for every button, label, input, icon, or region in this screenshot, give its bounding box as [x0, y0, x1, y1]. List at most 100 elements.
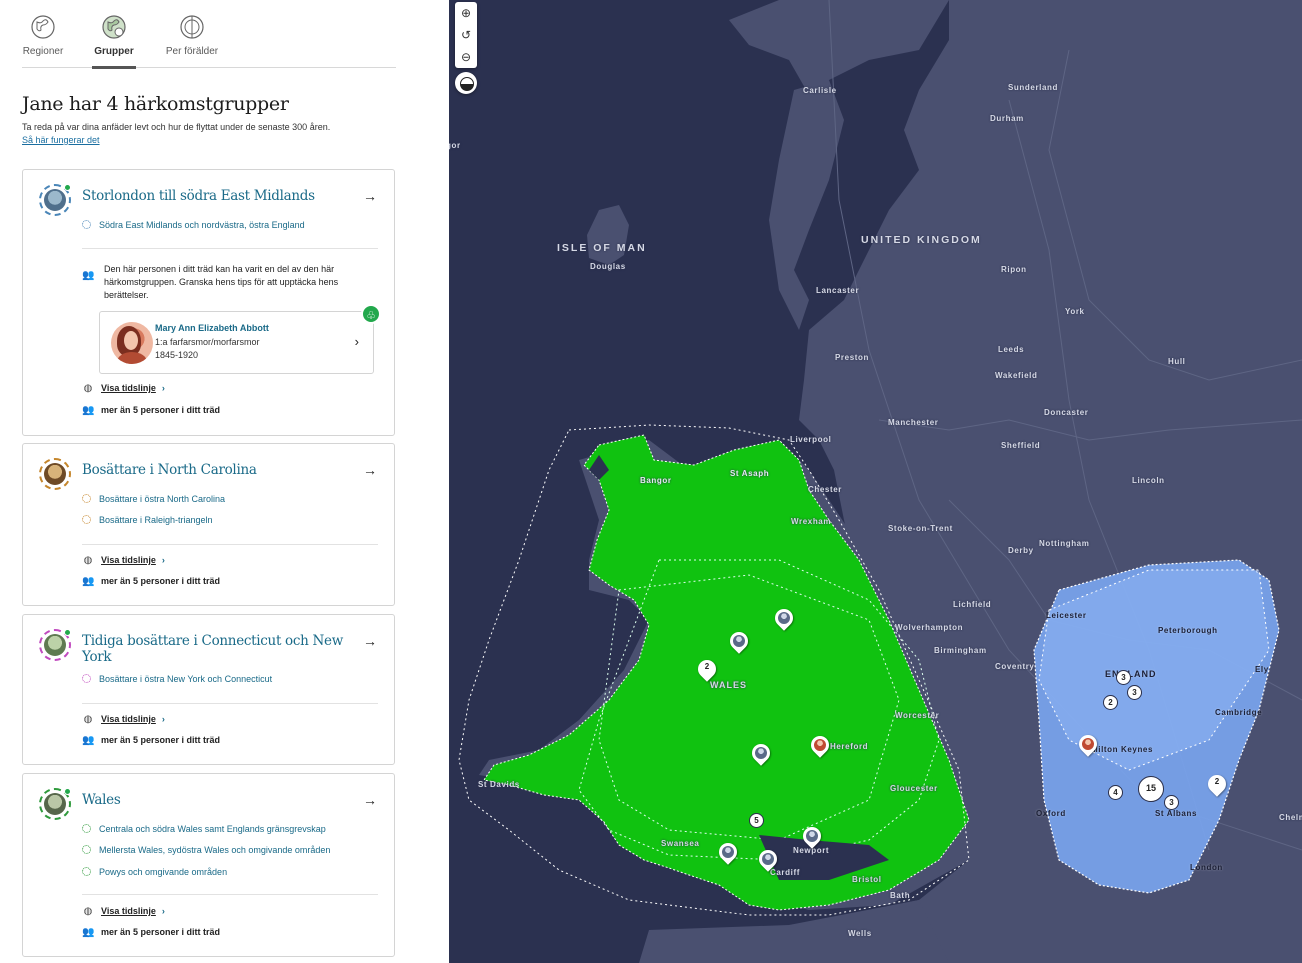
person-years: 1845-1920 [155, 350, 199, 360]
group-card-london[interactable]: Storlondon till södra East Midlands → Sö… [22, 169, 395, 436]
subgroup-dot-icon [82, 824, 91, 833]
group-badge-icon [39, 629, 71, 661]
subgroup-item[interactable]: Bosättare i östra New York och Connectic… [82, 674, 272, 688]
person-pin[interactable] [807, 732, 833, 758]
subgroup-label: Bosättare i östra North Carolina [99, 494, 226, 504]
chevron-right-icon[interactable]: › [355, 334, 359, 349]
place-label: Peterborough [1158, 626, 1218, 635]
subgroup-item[interactable]: Södra East Midlands och nordvästra, östr… [82, 220, 305, 234]
map-cluster[interactable]: 3 [1127, 685, 1142, 700]
page-subtitle: Ta reda på var dina anfäder levt och hur… [22, 122, 331, 132]
subgroup-item[interactable]: Bosättare i Raleigh-triangeln [82, 515, 213, 529]
map-controls: ⊕ ↺ ⊖ [455, 2, 477, 68]
subgroup-dot-icon [82, 845, 91, 854]
people-count: 👥 mer än 5 personer i ditt träd [82, 405, 221, 416]
timeline-globe-icon: ◍ [83, 555, 93, 566]
tab-groups-label: Grupper [94, 46, 134, 57]
place-label: Birmingham [934, 646, 987, 655]
parent-globe-icon [180, 15, 204, 39]
subgroup-label: Powys och omgivande områden [99, 867, 228, 877]
arrow-right-icon[interactable]: → [363, 633, 377, 649]
place-label: Stoke-on-Trent [888, 524, 953, 533]
person-pin[interactable] [726, 628, 752, 654]
place-label: Lancaster [816, 286, 860, 295]
place-label: Manchester [888, 418, 939, 427]
map-cluster[interactable]: 2 [1103, 695, 1118, 710]
divider [82, 894, 378, 895]
arrow-right-icon[interactable]: → [363, 462, 377, 478]
reset-icon[interactable]: ↺ [455, 24, 477, 46]
show-timeline-link[interactable]: ◍ Visa tidslinje › [82, 906, 165, 917]
place-label: Doncaster [1044, 408, 1089, 417]
divider [82, 248, 378, 249]
place-label: Milton Keynes [1091, 745, 1154, 754]
subgroup-label: Centrala och södra Wales samt Englands g… [99, 824, 326, 834]
group-title[interactable]: Bosättare i North Carolina [82, 462, 352, 478]
place-label: Leicester [1046, 611, 1087, 620]
person-pin[interactable] [771, 605, 797, 631]
place-label: York [1065, 307, 1085, 316]
tab-regions[interactable]: Regioner [18, 14, 68, 68]
ancestry-map[interactable]: ⊕ ↺ ⊖ ISLE OF MAN UNITED KINGDOM WALES E… [449, 0, 1302, 963]
place-label: Worcester [895, 711, 940, 720]
tab-groups[interactable]: Grupper [92, 14, 136, 69]
place-label: Douglas [590, 262, 626, 271]
map-cluster[interactable]: 15 [1138, 776, 1164, 802]
group-badge-icon [39, 184, 71, 216]
map-cluster[interactable]: 4 [1108, 785, 1123, 800]
map-cluster[interactable]: 3 [1164, 795, 1179, 810]
place-label: Cambridge [1215, 708, 1263, 717]
person-pin[interactable] [748, 740, 774, 766]
subgroup-item[interactable]: Powys och omgivande områden [82, 867, 227, 881]
person-pin[interactable] [1075, 731, 1101, 757]
how-it-works-link[interactable]: Så här fungerar det [22, 135, 100, 145]
people-icon: 👥 [82, 270, 95, 281]
subgroup-item[interactable]: Mellersta Wales, sydöstra Wales och omgi… [82, 845, 330, 859]
contrast-icon[interactable] [455, 72, 477, 94]
zoom-out-icon[interactable]: ⊖ [455, 46, 477, 68]
page-title: Jane har 4 härkomstgrupper [22, 93, 289, 115]
region-label: UNITED KINGDOM [861, 234, 982, 246]
cluster-pin[interactable]: 2 [1204, 771, 1230, 797]
active-dot [64, 629, 71, 636]
zoom-in-icon[interactable]: ⊕ [455, 2, 477, 24]
map-canvas [449, 0, 1302, 963]
group-title[interactable]: Wales [82, 792, 352, 808]
group-card-connecticut[interactable]: Tidiga bosättare i Connecticut och New Y… [22, 614, 395, 765]
place-label: Leeds [998, 345, 1025, 354]
group-badge-icon [39, 458, 71, 490]
person-card[interactable]: Mary Ann Elizabeth Abbott 1:a farfarsmor… [99, 304, 381, 374]
active-dot [64, 184, 71, 191]
group-title[interactable]: Storlondon till södra East Midlands [82, 188, 352, 204]
subgroup-label: Södra East Midlands och nordvästra, östr… [99, 220, 305, 230]
region-label: ISLE OF MAN [557, 242, 647, 254]
hint-leaf-icon: ♧ [361, 304, 381, 324]
tab-per-parent[interactable]: Per förälder [162, 14, 222, 68]
place-label: Swansea [661, 839, 700, 848]
group-card-north-carolina[interactable]: Bosättare i North Carolina → Bosättare i… [22, 443, 395, 606]
place-label: Chester [808, 485, 842, 494]
arrow-right-icon[interactable]: → [363, 792, 377, 808]
place-label: St Davids [478, 780, 520, 789]
person-pin[interactable] [715, 839, 741, 865]
view-tabs: Regioner Grupper Per förälder [22, 14, 396, 69]
map-cluster[interactable]: 5 [749, 813, 764, 828]
person-pin[interactable] [755, 846, 781, 872]
place-label: Nottingham [1039, 539, 1090, 548]
arrow-right-icon[interactable]: → [363, 188, 377, 204]
subgroup-item[interactable]: Centrala och södra Wales samt Englands g… [82, 824, 326, 838]
group-title[interactable]: Tidiga bosättare i Connecticut och New Y… [82, 633, 352, 665]
timeline-globe-icon: ◍ [83, 714, 93, 725]
show-timeline-link[interactable]: ◍ Visa tidslinje › [82, 383, 165, 394]
person-relation: 1:a farfarsmor/morfarsmor [155, 337, 260, 347]
place-label: Carlisle [803, 86, 837, 95]
group-card-wales[interactable]: Wales → Centrala och södra Wales samt En… [22, 773, 395, 957]
map-cluster[interactable]: 3 [1116, 670, 1131, 685]
subgroup-item[interactable]: Bosättare i östra North Carolina [82, 494, 225, 508]
show-timeline-link[interactable]: ◍ Visa tidslinje › [82, 714, 165, 725]
divider [82, 544, 378, 545]
show-timeline-link[interactable]: ◍ Visa tidslinje › [82, 555, 165, 566]
cluster-pin[interactable]: 2 [694, 656, 720, 682]
person-pin[interactable] [799, 823, 825, 849]
place-label: Ripon [1001, 265, 1027, 274]
